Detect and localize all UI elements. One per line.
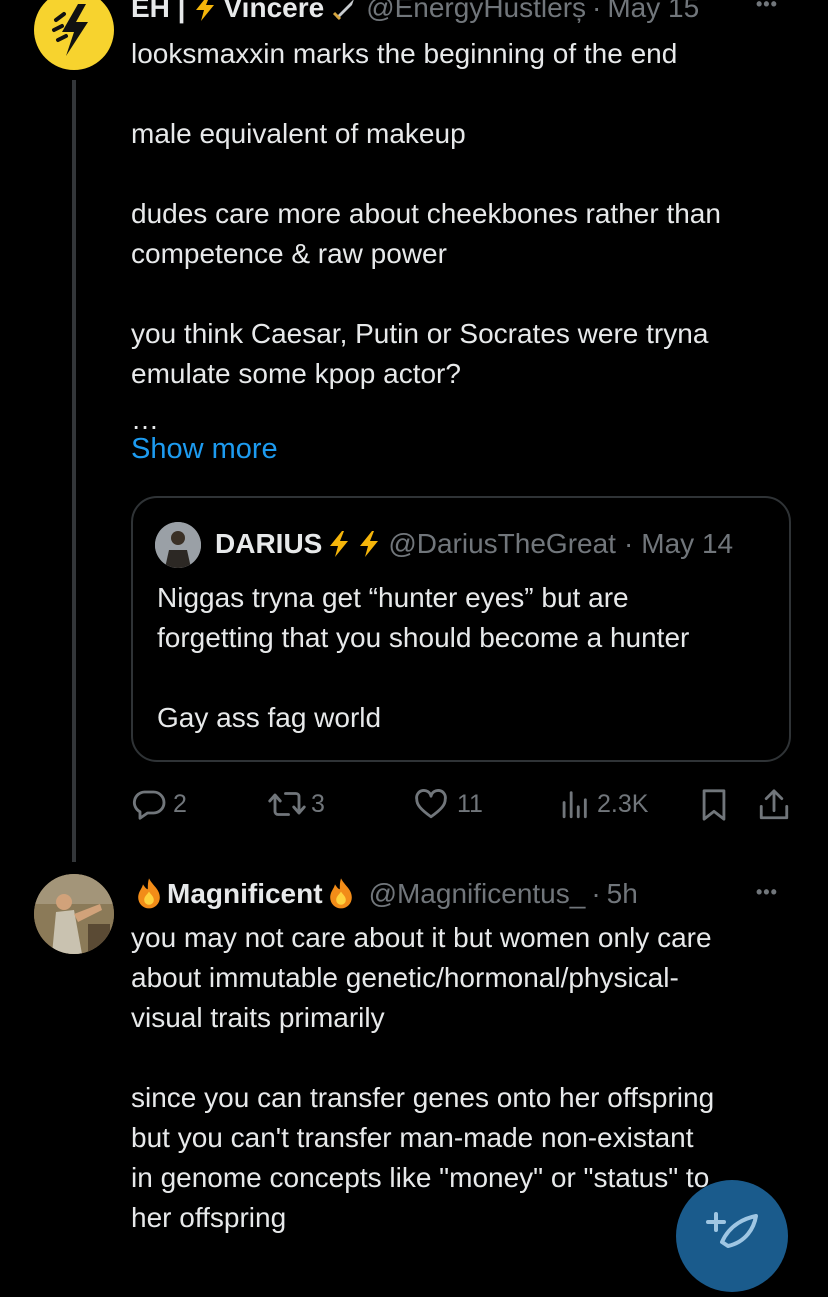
lightning-icon xyxy=(330,531,349,557)
post1-header: EH | Vincere @EnergyHustlerș · May 15 xyxy=(131,0,699,24)
post2-header: Magnificent @Magnificentus_ · 5h xyxy=(131,876,638,912)
post1-text: looksmaxxin marks the beginning of the e… xyxy=(131,38,721,389)
thread-connector-line xyxy=(72,80,76,862)
share-button[interactable] xyxy=(757,786,791,824)
fire-icon xyxy=(138,878,160,909)
post1-time[interactable]: May 15 xyxy=(607,0,699,24)
like-count: 11 xyxy=(457,789,483,818)
post1-more-button[interactable]: ••• xyxy=(756,0,778,15)
dagger-icon xyxy=(333,0,354,21)
bookmark-button[interactable] xyxy=(697,786,731,824)
fire-icon xyxy=(329,878,352,909)
compose-post-button[interactable] xyxy=(676,1180,788,1292)
repost-button[interactable]: 3 xyxy=(267,786,325,822)
views-count: 2.3K xyxy=(597,789,649,818)
repost-icon xyxy=(268,792,306,816)
share-icon xyxy=(759,789,789,820)
avatar-energyhustlers[interactable] xyxy=(34,0,114,70)
views-icon xyxy=(562,791,587,819)
show-more-link[interactable]: Show more xyxy=(131,433,278,466)
post2-time[interactable]: 5h xyxy=(607,878,638,910)
post2-more-button[interactable]: ••• xyxy=(756,882,778,903)
post1-display-name[interactable]: EH | xyxy=(131,0,186,24)
quoted-post-card[interactable]: DARIUS @DariusTheGreat · May 14 Niggas t… xyxy=(131,496,791,762)
quote-text: Niggas tryna get “hunter eyes” but are f… xyxy=(157,582,690,733)
reply-count: 2 xyxy=(173,789,187,818)
avatar-magnificentus[interactable] xyxy=(34,874,114,954)
like-button[interactable]: 11 xyxy=(413,786,483,822)
reply-button[interactable]: 2 xyxy=(131,786,187,822)
post1-action-bar: 2 3 11 2.3K xyxy=(131,786,791,830)
quote-handle: @DariusTheGreat xyxy=(388,528,616,559)
compose-icon xyxy=(706,1212,758,1248)
person-photo-icon xyxy=(155,522,201,568)
views-button[interactable]: 2.3K xyxy=(557,786,648,822)
lightning-icon xyxy=(360,531,379,557)
separator-dot: · xyxy=(592,0,602,23)
quote-display-name: DARIUS xyxy=(215,528,323,559)
repost-count: 3 xyxy=(311,789,325,818)
like-icon xyxy=(415,789,447,819)
avatar-darius xyxy=(155,522,201,568)
reply-icon xyxy=(132,790,166,820)
separator-dot: · xyxy=(623,528,634,559)
post1-handle[interactable]: @EnergyHustlerș xyxy=(366,0,586,24)
painting-photo-icon xyxy=(34,874,114,954)
lightning-fist-logo-icon xyxy=(52,4,88,56)
quote-time: May 14 xyxy=(641,528,734,559)
bookmark-icon xyxy=(702,789,726,821)
post2-display-name[interactable]: Magnificent xyxy=(167,878,323,910)
lightning-icon xyxy=(195,0,214,21)
post1-display-name-suffix[interactable]: Vincere xyxy=(224,0,325,24)
post2-handle[interactable]: @Magnificentus_ xyxy=(369,878,586,910)
separator-dot: · xyxy=(591,878,601,909)
quote-header: DARIUS @DariusTheGreat · May 14 xyxy=(215,528,733,560)
